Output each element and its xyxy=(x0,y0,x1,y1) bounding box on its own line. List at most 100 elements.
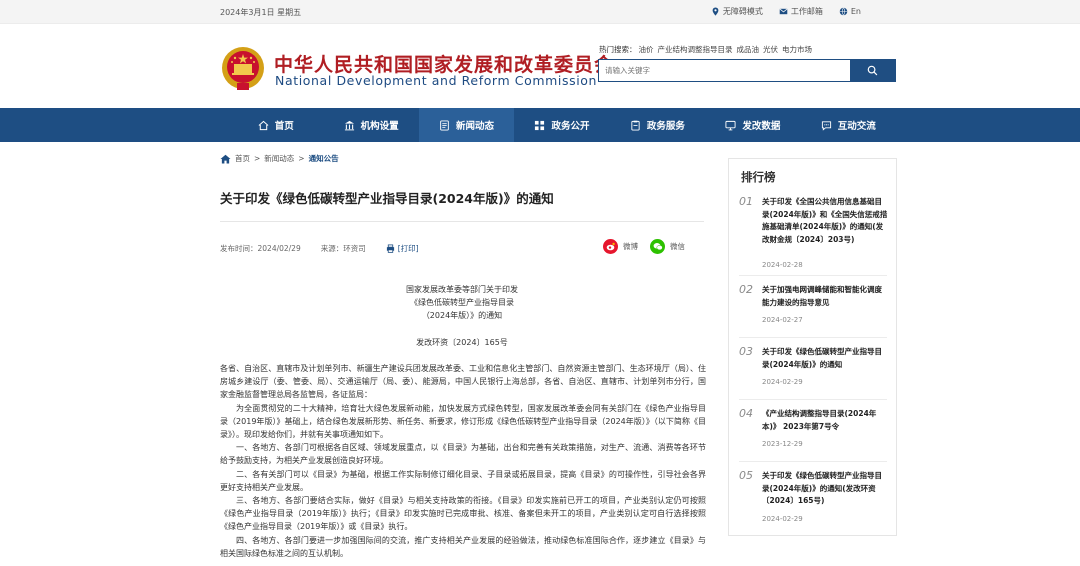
breadcrumb-home[interactable]: 首页 xyxy=(235,153,250,164)
ranking-divider xyxy=(739,461,887,462)
printer-icon xyxy=(386,244,394,253)
body-paragraph: 二、各有关部门可以《目录》为基础，根据工作实际制修订细化目录、子目录或拓展目录，… xyxy=(220,469,706,492)
print-button[interactable]: [打印] xyxy=(386,243,419,254)
ranking-text: 《产业结构调整指导目录(2024年本)》 2023年第7号令 xyxy=(762,409,877,431)
ranking-text: 关于加强电网调峰储能和智能化调度能力建设的指导意见 xyxy=(762,285,882,307)
nav-label: 新闻动态 xyxy=(456,121,495,132)
nav-label: 发改数据 xyxy=(742,121,781,132)
body-paragraph: 各省、自治区、直辖市及计划单列市、新疆生产建设兵团发展改革委、工业和信息化主管部… xyxy=(220,364,706,400)
search-box xyxy=(598,59,896,82)
site-title-en: National Development and Reform Commissi… xyxy=(275,73,598,88)
body-paragraph: 三、各地方、各部门要结合实际，做好《目录》与相关支持政策的衔接。《目录》印发实施… xyxy=(220,496,706,532)
nav-interaction[interactable]: 互动交流 xyxy=(801,108,896,142)
ranking-date: 2024-02-28 xyxy=(762,261,803,269)
doc-heading-line: 《绿色低碳转型产业指导目录 xyxy=(410,298,514,307)
ranking-number: 02 xyxy=(739,283,753,296)
current-date: 2024年3月1日 星期五 xyxy=(220,8,302,17)
hot-search: 热门搜索： 油价 产业结构调整指导目录 成品油 光伏 电力市场 xyxy=(599,44,816,55)
hot-term[interactable]: 成品油 xyxy=(737,45,760,54)
breadcrumb: 首页 > 新闻动态 > 通知公告 xyxy=(220,153,339,164)
english-label: En xyxy=(850,7,861,16)
share-wechat-button[interactable]: 微信 xyxy=(650,239,685,254)
publish-date: 2024/02/29 xyxy=(257,244,301,253)
breadcrumb-separator: > xyxy=(298,154,305,163)
globe-icon xyxy=(839,7,848,16)
article-title: 关于印发《绿色低碳转型产业指导目录(2024年版)》的通知 xyxy=(220,191,554,206)
breadcrumb-news[interactable]: 新闻动态 xyxy=(264,153,294,164)
ranking-panel: 排行榜 01 关于印发《全国公共信用信息基础目录(2024年版)》和《全国失信惩… xyxy=(728,158,897,536)
chat-icon xyxy=(821,120,831,131)
document-icon xyxy=(440,119,449,131)
source-value: 环资司 xyxy=(343,244,366,253)
national-emblem-icon[interactable] xyxy=(221,46,265,92)
search-icon xyxy=(867,65,878,76)
clipboard-icon xyxy=(631,120,640,131)
nav-label: 政务公开 xyxy=(551,121,590,132)
body-paragraph: 四、各地方、各部门要进一步加强国际间的交流，推广支持相关产业发展的经验做法，推动… xyxy=(220,535,706,558)
ranking-divider xyxy=(739,275,887,276)
ranking-number: 04 xyxy=(739,407,753,420)
workmail-link[interactable]: 工作邮箱 xyxy=(779,6,823,17)
hot-term[interactable]: 电力市场 xyxy=(782,45,812,54)
search-input[interactable] xyxy=(599,60,850,81)
top-utility-bar: 2024年3月1日 星期五 无障碍模式 工作邮箱 En xyxy=(0,0,1080,24)
mail-icon xyxy=(779,8,788,15)
hot-term[interactable]: 产业结构调整指导目录 xyxy=(658,45,733,54)
title-divider xyxy=(220,221,704,222)
hot-term[interactable]: 油价 xyxy=(639,45,654,54)
doc-heading-line: 国家发展改革委等部门关于印发 xyxy=(406,285,518,294)
nav-organization[interactable]: 机构设置 xyxy=(323,108,418,142)
breadcrumb-separator: > xyxy=(254,154,261,163)
home-icon xyxy=(220,154,231,164)
body-paragraph: 为全面贯彻党的二十大精神，培育壮大绿色发展新动能，加快发展方式绿色转型，国家发展… xyxy=(220,403,706,440)
ranking-number: 01 xyxy=(739,195,753,208)
nav-label: 机构设置 xyxy=(360,121,399,132)
nav-home[interactable]: 首页 xyxy=(228,108,323,142)
publish-label: 发布时间： xyxy=(220,244,258,253)
document-number: 发改环资〔2024〕165号 xyxy=(416,338,508,347)
ranking-divider xyxy=(739,399,887,400)
ranking-text: 关于印发《全国公共信用信息基础目录(2024年版)》和《全国失信惩戒措施基础清单… xyxy=(762,197,888,244)
hot-search-label: 热门搜索： xyxy=(599,45,637,54)
doc-heading-line: （2024年版）》的通知 xyxy=(421,311,503,320)
building-icon xyxy=(344,120,354,130)
grid-icon xyxy=(535,120,545,130)
weibo-icon xyxy=(603,239,618,254)
body-paragraph: 一、各地方、各部门可根据各自区域、领域发展重点，以《目录》为基础，出台和完善有关… xyxy=(220,443,706,466)
monitor-icon xyxy=(725,120,736,130)
share-weibo-label: 微博 xyxy=(623,242,638,251)
share-bar: 微博 微信 xyxy=(603,239,685,254)
nav-news[interactable]: 新闻动态 xyxy=(418,108,515,142)
ranking-number: 03 xyxy=(739,345,753,358)
english-link[interactable]: En xyxy=(839,7,861,16)
ranking-date: 2023-12-29 xyxy=(762,440,803,448)
ranking-date: 2024-02-29 xyxy=(762,515,803,523)
article-body: 各省、自治区、直辖市及计划单列市、新疆生产建设兵团发展改革委、工业和信息化主管部… xyxy=(220,362,706,560)
main-nav: 首页 机构设置 新闻动态 政务公开 政务服务 发改数据 互动交流 xyxy=(0,108,1080,142)
ranking-text: 关于印发《绿色低碳转型产业指导目录(2024年版)》的通知 xyxy=(762,347,882,369)
share-weibo-button[interactable]: 微博 xyxy=(603,239,638,254)
utility-links: 无障碍模式 工作邮箱 En xyxy=(711,6,861,17)
nav-label: 政务服务 xyxy=(646,121,685,132)
home-icon xyxy=(258,120,269,130)
nav-gov-affairs[interactable]: 政务公开 xyxy=(514,108,609,142)
ranking-divider xyxy=(739,337,887,338)
print-label: [打印] xyxy=(397,244,419,253)
ranking-date: 2024-02-29 xyxy=(762,378,803,386)
ranking-text: 关于印发《绿色低碳转型产业指导目录(2024年版)》的通知(发改环资〔2024〕… xyxy=(762,471,882,505)
ranking-title: 排行榜 xyxy=(741,170,776,184)
source-label: 来源： xyxy=(320,244,344,253)
accessibility-link[interactable]: 无障碍模式 xyxy=(711,6,763,17)
workmail-label: 工作邮箱 xyxy=(790,7,823,16)
nav-label: 互动交流 xyxy=(837,121,876,132)
nav-gov-services[interactable]: 政务服务 xyxy=(610,108,705,142)
search-button[interactable] xyxy=(850,60,895,81)
ranking-number: 05 xyxy=(739,469,753,482)
accessibility-label: 无障碍模式 xyxy=(722,7,763,16)
article-meta: 发布时间：2024/02/29 来源：环资司 [打印] xyxy=(220,243,419,254)
hot-term[interactable]: 光伏 xyxy=(763,45,778,54)
wechat-icon xyxy=(650,239,665,254)
share-wechat-label: 微信 xyxy=(670,242,685,251)
breadcrumb-current[interactable]: 通知公告 xyxy=(309,153,339,164)
nav-data[interactable]: 发改数据 xyxy=(705,108,800,142)
